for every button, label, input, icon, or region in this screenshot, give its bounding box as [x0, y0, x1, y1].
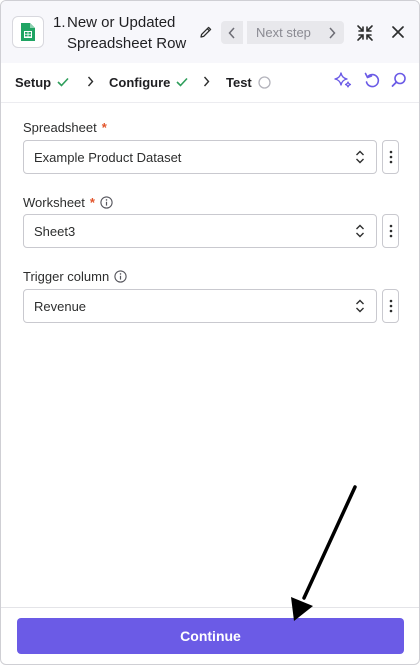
pencil-icon — [200, 26, 212, 38]
worksheet-value: Sheet3 — [34, 223, 76, 239]
spreadsheet-value: Example Product Dataset — [34, 149, 182, 165]
next-step-button[interactable]: Next step — [247, 21, 344, 44]
close-icon — [392, 26, 404, 38]
required-mark: * — [89, 195, 95, 210]
continue-button[interactable]: Continue — [17, 618, 404, 654]
spreadsheet-label-text: Spreadsheet — [23, 120, 97, 135]
sort-chevrons-icon — [356, 150, 364, 164]
previous-step-button[interactable] — [221, 21, 243, 44]
trigger-column-label-text: Trigger column — [23, 269, 110, 284]
trigger-column-label: Trigger column — [23, 269, 127, 284]
spreadsheet-label: Spreadsheet * — [23, 120, 107, 135]
more-vertical-icon — [389, 224, 392, 238]
edit-title-button[interactable] — [197, 23, 215, 41]
steps-divider — [1, 102, 419, 103]
more-vertical-icon — [389, 150, 392, 164]
spreadsheet-options-button[interactable] — [382, 140, 399, 174]
close-button[interactable] — [390, 24, 406, 40]
chevron-right-icon — [87, 76, 94, 87]
trigger-column-value: Revenue — [34, 298, 87, 314]
trigger-column-select[interactable]: Revenue — [23, 289, 377, 323]
step-config-panel: 1. New or Updated Spreadsheet Row Next s… — [0, 0, 420, 665]
step-title-text: New or Updated Spreadsheet Row — [67, 14, 187, 52]
sort-chevrons-icon — [356, 299, 364, 313]
worksheet-select[interactable]: Sheet3 — [23, 214, 377, 248]
tab-test[interactable]: Test — [226, 73, 271, 91]
step-tabs: Setup Configure Test — [1, 63, 419, 103]
tab-setup[interactable]: Setup — [15, 73, 69, 91]
spreadsheet-select[interactable]: Example Product Dataset — [23, 140, 377, 174]
sort-chevrons-icon — [356, 224, 364, 238]
info-icon[interactable] — [100, 196, 113, 209]
chevron-right-icon — [329, 26, 336, 39]
step-navigation: Next step — [221, 21, 344, 44]
worksheet-options-button[interactable] — [382, 214, 399, 248]
next-step-label: Next step — [256, 25, 311, 40]
sparkle-icon — [334, 72, 352, 88]
worksheet-label-text: Worksheet — [23, 195, 85, 210]
pending-circle-icon — [258, 75, 271, 89]
more-vertical-icon — [389, 299, 392, 313]
panel-header: 1. New or Updated Spreadsheet Row Next s… — [1, 1, 419, 63]
tab-configure[interactable]: Configure — [109, 73, 188, 91]
undo-icon — [364, 72, 380, 88]
step-number: 1. — [53, 14, 66, 31]
chevron-right-icon — [203, 76, 210, 87]
trigger-column-options-button[interactable] — [382, 289, 399, 323]
search-icon — [391, 72, 406, 87]
search-button[interactable] — [390, 71, 408, 89]
chevron-left-icon — [228, 26, 235, 39]
collapse-icon — [357, 25, 373, 41]
google-sheets-icon — [12, 16, 44, 48]
check-icon — [176, 77, 188, 87]
tab-label: Setup — [15, 74, 52, 90]
check-icon — [57, 77, 69, 87]
required-mark: * — [101, 120, 107, 135]
sparkle-ai-button[interactable] — [334, 71, 352, 89]
undo-button[interactable] — [363, 71, 381, 89]
footer-divider — [1, 607, 419, 608]
tab-label: Test — [226, 74, 252, 90]
collapse-button[interactable] — [355, 23, 375, 43]
tab-label: Configure — [109, 74, 171, 90]
info-icon[interactable] — [114, 270, 127, 283]
worksheet-label: Worksheet * — [23, 195, 113, 210]
